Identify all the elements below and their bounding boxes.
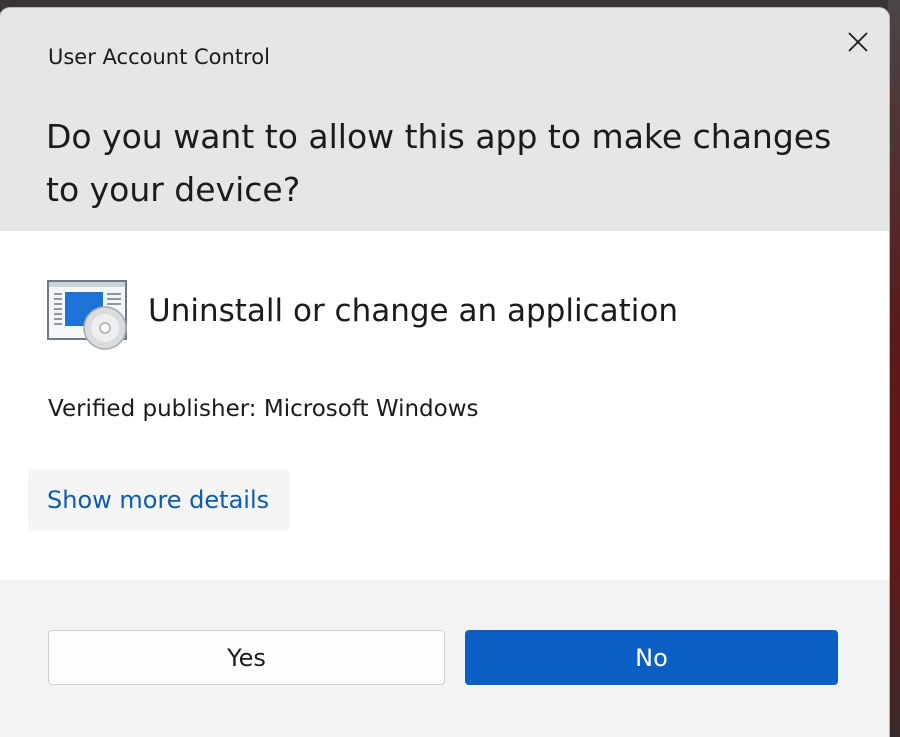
show-more-details-link[interactable]: Show more details	[28, 469, 290, 531]
verified-publisher: Verified publisher: Microsoft Windows	[48, 396, 479, 422]
close-button[interactable]	[836, 22, 880, 62]
dialog-title: User Account Control	[48, 45, 270, 69]
desktop-background	[888, 0, 900, 737]
dialog-body: Uninstall or change an application Verif…	[0, 231, 889, 580]
yes-button[interactable]: Yes	[48, 630, 445, 685]
uac-dialog: User Account Control Do you want to allo…	[0, 8, 889, 737]
no-button[interactable]: No	[465, 630, 838, 685]
dialog-question: Do you want to allow this app to make ch…	[46, 117, 832, 209]
dialog-footer: Yes No	[0, 580, 889, 737]
show-more-details-label: Show more details	[47, 486, 270, 514]
programs-and-features-icon	[47, 280, 127, 350]
close-icon	[848, 32, 868, 52]
dialog-header: User Account Control Do you want to allo…	[0, 8, 889, 231]
app-name: Uninstall or change an application	[148, 293, 678, 329]
